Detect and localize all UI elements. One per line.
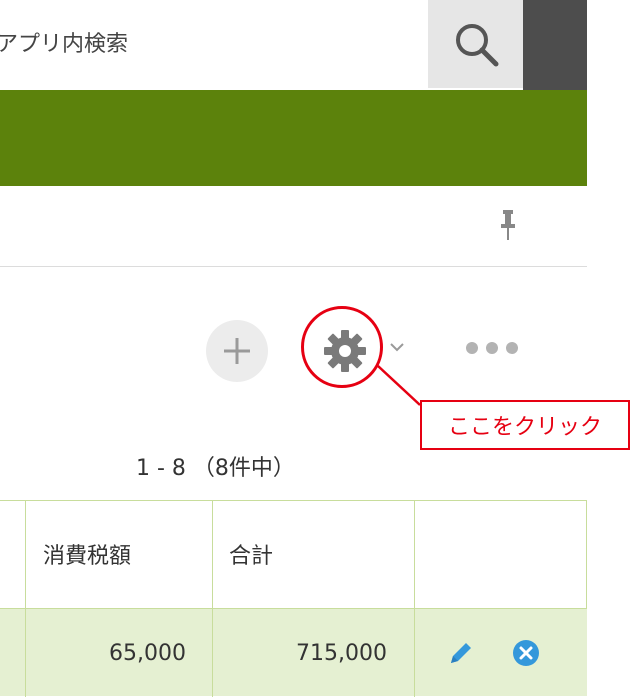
- more-dot: [486, 342, 498, 354]
- callout-text: ここをクリック: [447, 415, 602, 440]
- section-divider: [0, 266, 587, 267]
- add-record-button[interactable]: [206, 320, 268, 382]
- table-cell: 65,000: [26, 609, 213, 697]
- delete-icon[interactable]: [512, 639, 540, 667]
- table-cell: [0, 609, 26, 697]
- edit-icon[interactable]: [447, 639, 475, 667]
- chevron-down-icon[interactable]: [388, 338, 406, 356]
- column-header-tax: 消費税額: [43, 544, 132, 569]
- more-dot: [466, 342, 478, 354]
- total-amount-value: 715,000: [296, 641, 387, 666]
- table-actions-cell: [415, 609, 587, 697]
- header-dark-strip: [523, 0, 587, 90]
- table-header-cell: [415, 500, 587, 608]
- table-header-cell[interactable]: 合計: [213, 500, 415, 608]
- app-header-band: [0, 90, 587, 186]
- highlight-circle: [301, 306, 383, 388]
- pin-button[interactable]: [493, 204, 523, 246]
- callout-label: ここをクリック: [420, 400, 630, 450]
- search-button[interactable]: [428, 0, 523, 88]
- tax-amount-value: 65,000: [109, 641, 186, 666]
- table-row[interactable]: 65,000 715,000: [0, 608, 587, 697]
- table-header-cell[interactable]: 消費税額: [26, 500, 213, 608]
- pagination-info: 1 - 8 （8件中）: [136, 456, 295, 481]
- search-input[interactable]: [0, 0, 428, 88]
- column-header-total: 合計: [229, 544, 274, 569]
- table-header-row: 消費税額 合計: [0, 500, 587, 608]
- more-options-button[interactable]: [466, 340, 518, 356]
- more-dot: [506, 342, 518, 354]
- pin-icon: [501, 210, 515, 240]
- search-icon: [455, 24, 498, 67]
- table-cell: 715,000: [213, 609, 415, 697]
- plus-icon: [224, 338, 250, 364]
- table-header-cell: [0, 500, 26, 608]
